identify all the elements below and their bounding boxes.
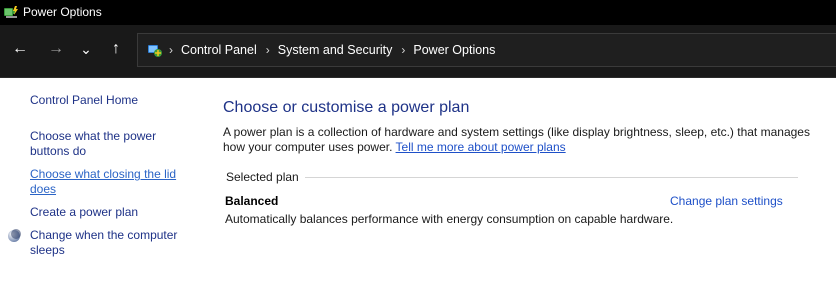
up-button[interactable]: ↑ — [104, 37, 128, 61]
learn-more-link[interactable]: Tell me more about power plans — [396, 140, 566, 154]
sidebar-item-control-panel-home[interactable]: Control Panel Home — [30, 93, 190, 108]
page-title: Choose or customise a power plan — [223, 99, 470, 116]
breadcrumb: › Control Panel › System and Security › … — [169, 34, 495, 66]
breadcrumb-separator-icon: › — [401, 43, 406, 57]
breadcrumb-separator-icon: › — [169, 43, 173, 57]
title-bar: Power Options — [0, 0, 836, 25]
breadcrumb-power-options[interactable]: Power Options — [413, 43, 495, 57]
sidebar: Control Panel Home Choose what the power… — [0, 78, 200, 297]
plan-name: Balanced — [225, 194, 279, 208]
arrow-up-icon: ↑ — [112, 40, 120, 57]
sidebar-item-create-power-plan[interactable]: Create a power plan — [30, 205, 190, 220]
forward-button[interactable]: → — [44, 37, 68, 61]
window-title: Power Options — [23, 5, 102, 19]
recent-locations-button[interactable]: ⌄ — [74, 37, 98, 61]
group-divider — [298, 177, 798, 178]
chevron-down-icon: ⌄ — [80, 41, 92, 57]
sidebar-item-computer-sleeps[interactable]: Change when the computer sleeps — [30, 228, 185, 258]
page-description: A power plan is a collection of hardware… — [223, 125, 813, 155]
arrow-left-icon: ← — [12, 40, 28, 57]
navigation-bar: ← → ⌄ ↑ › Control Panel › System and Sec… — [0, 25, 836, 78]
arrow-right-icon: → — [48, 40, 64, 57]
plan-description: Automatically balances performance with … — [225, 212, 674, 226]
sidebar-item-power-buttons[interactable]: Choose what the power buttons do — [30, 129, 165, 159]
moon-icon — [7, 229, 21, 243]
power-options-icon — [3, 4, 19, 20]
breadcrumb-separator-icon: › — [265, 43, 270, 57]
breadcrumb-control-panel[interactable]: Control Panel — [181, 43, 257, 57]
change-plan-settings-link[interactable]: Change plan settings — [670, 194, 783, 208]
selected-plan-label: Selected plan — [226, 170, 305, 184]
address-bar[interactable]: › Control Panel › System and Security › … — [137, 33, 836, 67]
control-panel-icon — [147, 42, 163, 58]
sidebar-item-closing-lid[interactable]: Choose what closing the lid does — [30, 167, 185, 197]
breadcrumb-system-and-security[interactable]: System and Security — [278, 43, 393, 57]
back-button[interactable]: ← — [8, 37, 32, 61]
